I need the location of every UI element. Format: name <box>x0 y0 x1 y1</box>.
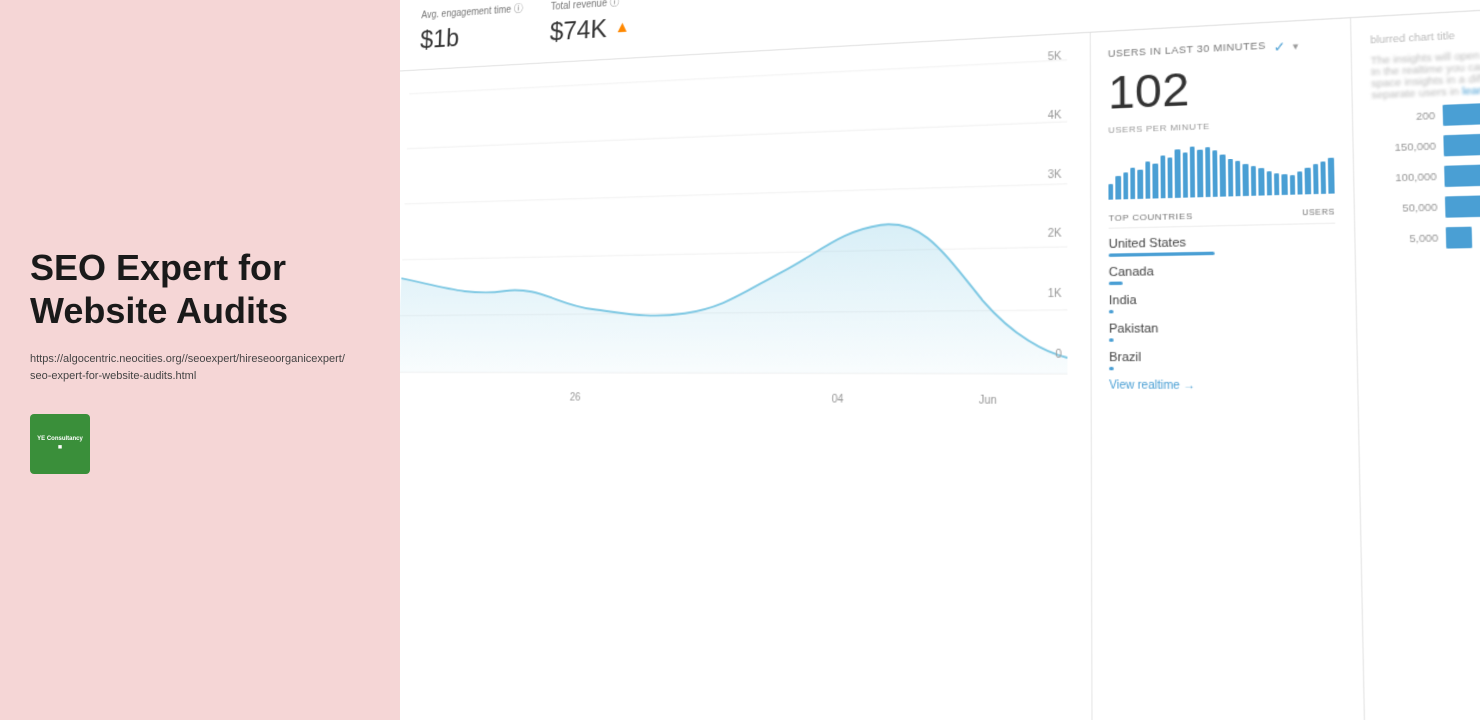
country-row: Canada <box>1109 262 1337 285</box>
view-realtime-link[interactable]: View realtime → <box>1109 379 1338 393</box>
h-bar <box>1443 98 1480 126</box>
chart-y-labels: 5K 4K 3K 2K 1K 0 <box>1048 51 1062 361</box>
h-bar-row: 100,000 <box>1373 159 1480 189</box>
country-bar <box>1109 310 1114 313</box>
h-bar-label: 150,000 <box>1372 140 1436 154</box>
mini-bar-item <box>1160 156 1165 199</box>
country-bar <box>1109 367 1114 370</box>
realtime-header: USERS IN LAST 30 MINUTES <box>1108 40 1266 59</box>
mini-bar-item <box>1175 150 1181 198</box>
mini-bar-item <box>1145 161 1150 198</box>
line-chart <box>400 50 1067 383</box>
mini-bar-item <box>1297 172 1303 195</box>
h-bar-row: 150,000 <box>1372 128 1480 159</box>
logo-box: YE Consultancy ■ <box>30 414 90 474</box>
country-bar <box>1109 338 1114 341</box>
chart-area: 5K 4K 3K 2K 1K 0 <box>400 33 1093 720</box>
mini-bar-item <box>1235 161 1241 196</box>
mini-bar-item <box>1182 152 1188 198</box>
country-name: Pakistan <box>1109 321 1337 336</box>
realtime-user-count: 102 <box>1108 59 1333 116</box>
mini-bar-item <box>1282 174 1288 195</box>
mini-bar-item <box>1212 151 1218 197</box>
mini-bar-item <box>1138 170 1143 199</box>
mini-bar-item <box>1108 184 1113 200</box>
h-bar-label: 50,000 <box>1374 201 1438 214</box>
country-row: Pakistan <box>1109 321 1337 342</box>
realtime-panel: USERS IN LAST 30 MINUTES ✓ ▾ 102 USERS P… <box>1091 18 1367 720</box>
engagement-label: Avg. engagement time ⓘ <box>421 0 523 21</box>
mini-bar-item <box>1130 167 1135 199</box>
mini-bar-item <box>1197 150 1203 197</box>
h-bar-row: 200 <box>1372 96 1480 128</box>
country-row: United States <box>1109 233 1336 257</box>
revenue-metric: Total revenue ⓘ $74K ▲ <box>549 0 630 47</box>
country-bar <box>1109 282 1123 286</box>
countries-header: TOP COUNTRIES USERS <box>1109 207 1336 228</box>
view-all-container: VIEW ALL USERS <box>1375 260 1480 286</box>
mini-bar-item <box>1243 163 1249 196</box>
mini-bar-chart <box>1108 136 1334 200</box>
h-bar-label: 100,000 <box>1373 171 1437 185</box>
mini-bar-item <box>1305 168 1311 194</box>
country-bar <box>1109 252 1215 257</box>
mini-bar-item <box>1220 155 1226 197</box>
country-bar-container <box>1109 367 1338 371</box>
h-bar-label: 200 <box>1372 110 1436 124</box>
mini-bar-item <box>1274 173 1280 195</box>
analytics-content: Avg. engagement time ⓘ $1b Total revenue… <box>400 0 1480 720</box>
h-bar <box>1443 131 1480 156</box>
engagement-value: $1b <box>420 19 523 55</box>
analytics-wrapper: Avg. engagement time ⓘ $1b Total revenue… <box>400 0 1480 720</box>
mini-bar-item <box>1251 166 1257 196</box>
mini-bar-item <box>1123 173 1128 200</box>
realtime-options[interactable]: ▾ <box>1293 40 1299 53</box>
h-bar-label: 5,000 <box>1374 232 1438 245</box>
revenue-label: Total revenue ⓘ <box>550 0 630 13</box>
revenue-value: $74K ▲ <box>549 12 630 48</box>
mini-bar-item <box>1328 158 1334 194</box>
dashboard-main: 5K 4K 3K 2K 1K 0 <box>400 1 1480 720</box>
far-right-title: blurred chart title <box>1370 20 1480 46</box>
warning-icon: ▲ <box>614 18 630 37</box>
mini-bar-item <box>1190 147 1196 198</box>
h-bar <box>1445 195 1480 217</box>
mini-bar-item <box>1153 164 1158 199</box>
mini-bar-item <box>1167 158 1172 198</box>
url-text: https://algocentric.neocities.org//seoex… <box>30 351 370 386</box>
country-name: India <box>1109 292 1337 308</box>
country-bar-container <box>1109 338 1337 342</box>
countries-list: United States Canada India Pakistan Braz… <box>1109 233 1338 371</box>
country-name: United States <box>1109 233 1336 251</box>
country-name: Brazil <box>1109 351 1338 365</box>
mini-bar-item <box>1266 171 1272 196</box>
horizontal-bar-chart: 200 150,000 100,000 50,000 5,000 <box>1372 96 1480 249</box>
right-panel: Avg. engagement time ⓘ $1b Total revenue… <box>400 0 1480 720</box>
mini-bar-item <box>1205 148 1211 197</box>
h-bar <box>1444 163 1480 187</box>
country-bar-container <box>1109 308 1337 313</box>
mini-bar-item <box>1228 159 1234 197</box>
h-bar-row: 50,000 <box>1374 191 1480 219</box>
left-panel: SEO Expert for Website Audits https://al… <box>0 0 400 720</box>
mini-bar-item <box>1116 176 1121 200</box>
check-icon: ✓ <box>1273 39 1285 55</box>
country-name: Canada <box>1109 262 1336 279</box>
h-bar <box>1446 227 1473 249</box>
mini-bar-item <box>1289 176 1295 195</box>
country-row: Brazil <box>1109 351 1338 371</box>
country-row: India <box>1109 292 1337 314</box>
page-title: SEO Expert for Website Audits <box>30 246 370 332</box>
chart-x-labels: 26 04 Jun <box>400 386 1067 413</box>
blurred-description: The insights will open the userIn the re… <box>1371 41 1480 101</box>
realtime-controls: USERS IN LAST 30 MINUTES ✓ ▾ <box>1108 36 1332 63</box>
users-per-minute-label: USERS PER MINUTE <box>1108 116 1333 135</box>
mini-bar-item <box>1313 164 1319 194</box>
mini-bar-item <box>1321 161 1327 194</box>
far-right-panel: blurred chart title The insights will op… <box>1351 1 1480 720</box>
engagement-metric: Avg. engagement time ⓘ $1b <box>420 0 524 55</box>
mini-bar-item <box>1258 168 1264 195</box>
h-bar-row: 5,000 <box>1374 223 1480 250</box>
country-bar-container <box>1109 279 1337 285</box>
